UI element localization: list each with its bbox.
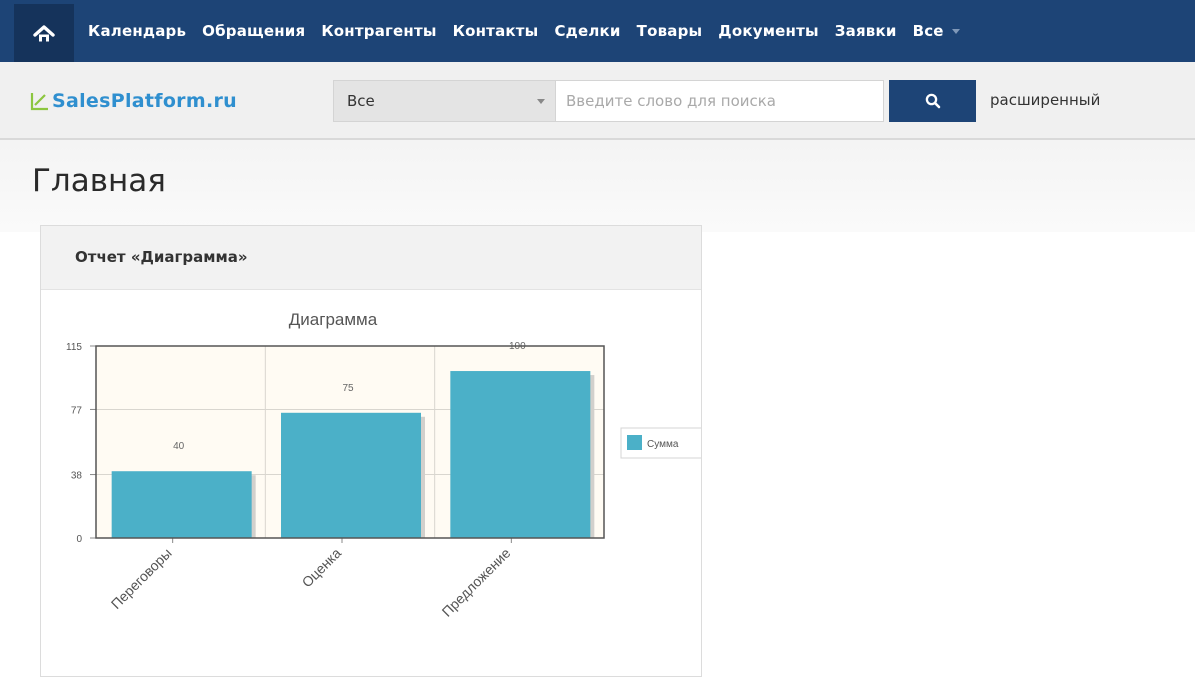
nav-item-label: Все	[912, 22, 944, 40]
legend-label: Сумма	[647, 439, 679, 450]
search-scope-value: Все	[347, 92, 375, 110]
nav-item[interactable]: Сделки	[554, 22, 620, 40]
widget-title: Отчет «Диаграмма»	[75, 248, 248, 266]
nav-item-label: Заявки	[834, 22, 897, 40]
page-title: Главная	[32, 163, 166, 199]
nav-item[interactable]: Контрагенты	[321, 22, 436, 40]
home-icon	[33, 25, 55, 42]
search-icon	[925, 93, 940, 109]
home-button[interactable]	[14, 4, 74, 62]
data-label: 75	[342, 383, 354, 394]
x-tick-label: Оценка	[299, 545, 345, 591]
nav-item[interactable]: Обращения	[202, 22, 305, 40]
nav-menu: Календарь Обращения Контрагенты Контакты Сде…	[74, 0, 960, 62]
nav-item-label: Документы	[718, 22, 819, 40]
chevron-down-icon	[951, 28, 960, 34]
search-scope-select[interactable]: Все	[333, 80, 556, 122]
nav-item[interactable]: Все	[913, 22, 960, 40]
nav-item[interactable]: Контакты	[453, 22, 539, 40]
nav-item-label: Обращения	[202, 22, 306, 40]
brand-logo[interactable]: SalesPlatform.ru	[30, 88, 237, 114]
header-bar: SalesPlatform.ru Все расширенный	[0, 62, 1195, 140]
widget-header: Отчет «Диаграмма»	[41, 226, 701, 290]
nav-item[interactable]: Товары	[637, 22, 703, 40]
bar	[281, 412, 421, 538]
search-input[interactable]	[556, 80, 884, 122]
y-tick-label: 77	[71, 405, 83, 416]
y-tick-label: 38	[71, 471, 83, 482]
chart-logo-icon	[30, 93, 48, 111]
report-widget: Отчет «Диаграмма» Диаграмма 0 38 77 115 40 Пер…	[40, 225, 702, 677]
search-button[interactable]	[889, 80, 976, 122]
data-label: 40	[173, 441, 185, 452]
nav-item[interactable]: Календарь	[88, 22, 186, 40]
nav-item-label: Товары	[636, 22, 703, 40]
chevron-down-icon	[537, 99, 545, 104]
nav-item-label: Календарь	[88, 22, 187, 40]
legend-swatch	[627, 435, 642, 450]
nav-item[interactable]: Документы	[718, 22, 818, 40]
nav-item-label: Сделки	[554, 22, 621, 40]
bar	[111, 471, 252, 538]
y-tick-label: 115	[66, 342, 82, 353]
advanced-search-link[interactable]: расширенный	[990, 91, 1100, 109]
nav-item[interactable]: Заявки	[835, 22, 897, 40]
nav-item-label: Контрагенты	[321, 22, 437, 40]
y-tick-label: 0	[76, 534, 82, 545]
x-tick-label: Переговоры	[108, 545, 175, 612]
x-tick-label: Предложение	[439, 545, 514, 620]
top-navigation: Календарь Обращения Контрагенты Контакты Сде…	[0, 0, 1195, 62]
page-title-area: Главная	[0, 140, 1195, 232]
nav-item-label: Контакты	[452, 22, 539, 40]
bar-chart: Диаграмма0387711540Переговоры75Оценка100…	[66, 310, 701, 620]
logo-text: SalesPlatform.ru	[52, 90, 237, 112]
chart-title: Диаграмма	[289, 310, 378, 329]
bar	[450, 371, 591, 538]
